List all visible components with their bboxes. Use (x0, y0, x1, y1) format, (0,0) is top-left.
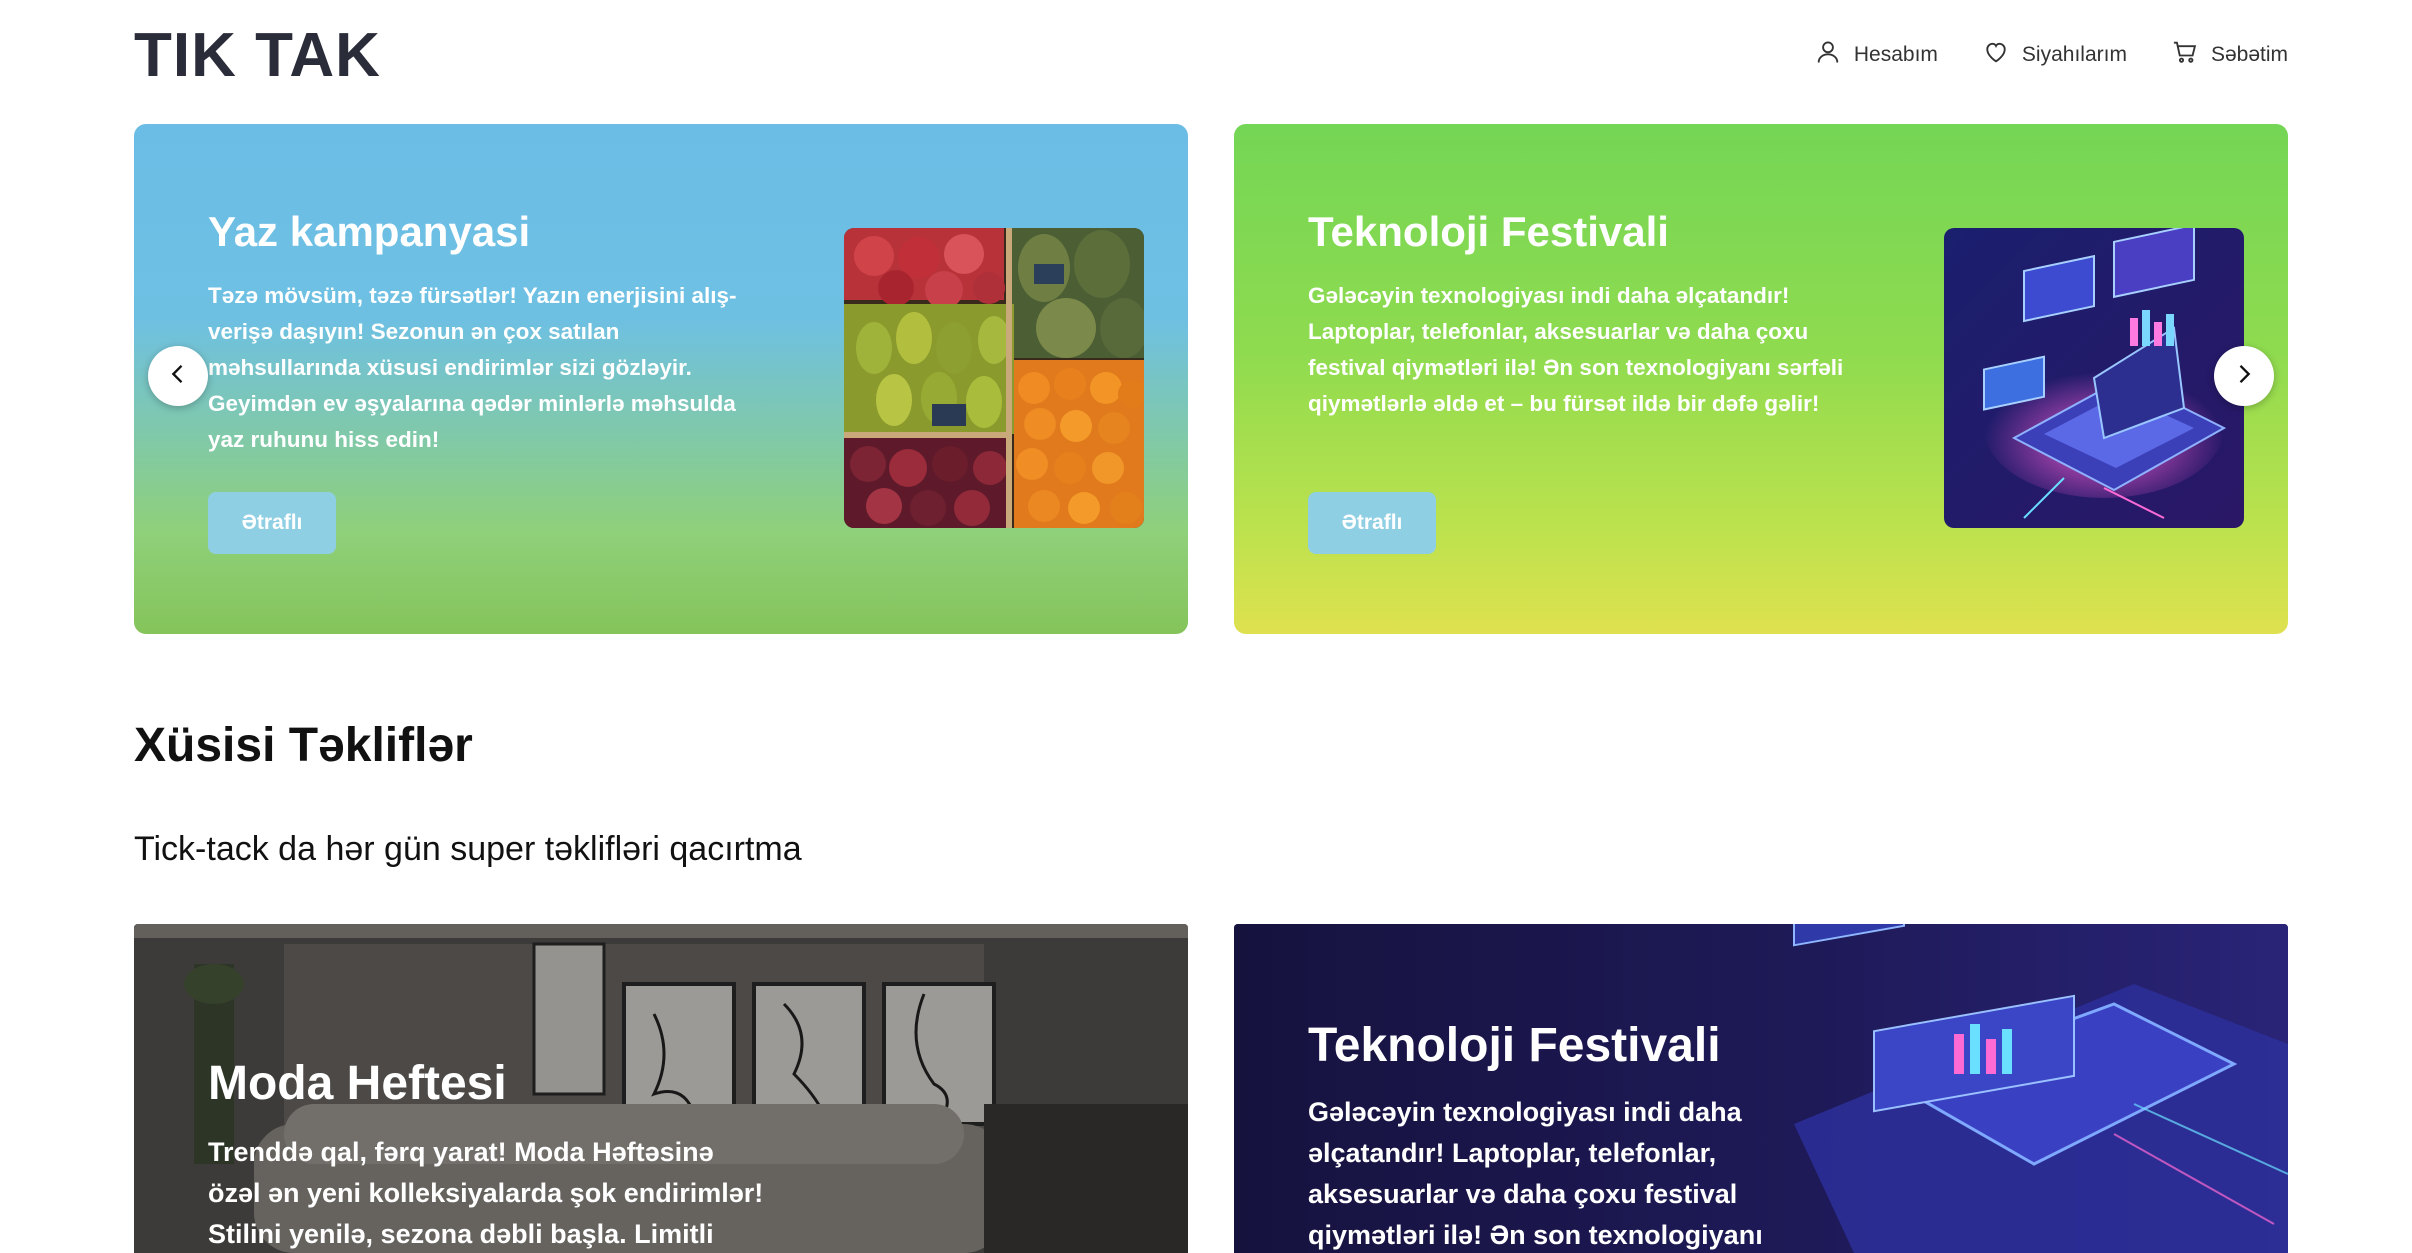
card-text: Gələcəyin texnologiyası indi daha əlçata… (1308, 1097, 1763, 1250)
header-nav: Hesabım Siyahılarım Səbətim (1814, 38, 2288, 72)
slider-next-button[interactable] (2214, 346, 2274, 406)
slide-spring-campaign[interactable]: Yaz kampanyasi Təzə mövsüm, təzə fürsətl… (134, 124, 1188, 634)
card-title: Teknoloji Festivali (1308, 1019, 1721, 1072)
card-text: Trenddə qal, fərq yarat! Moda Həftəsinə … (208, 1137, 764, 1249)
header: TIK TAK Hesabım Siyahılarım Səbətim (134, 0, 2288, 110)
section-subtitle: Tick-tack da hər gün super təklifləri qa… (134, 830, 802, 868)
slide-text: Təzə mövsüm, təzə fürsətlər! Yazın enerj… (208, 283, 737, 452)
tech-laptop-image (1944, 228, 2244, 528)
nav-wishlist-label: Siyahılarım (2021, 43, 2127, 66)
slider-prev-button[interactable] (148, 346, 208, 406)
slide-tech-festival[interactable]: Teknoloji Festivali Gələcəyin texnologiy… (1234, 124, 2288, 634)
heart-icon (1982, 38, 2010, 72)
card-title: Moda Heftesi (208, 1057, 507, 1110)
details-button[interactable]: Ətraflı (1308, 492, 1436, 554)
details-button[interactable]: Ətraflı (208, 492, 336, 554)
nav-wishlist[interactable]: Siyahılarım (1982, 38, 2127, 72)
hero-slider: Yaz kampanyasi Təzə mövsüm, təzə fürsətl… (134, 124, 2288, 634)
cart-icon (2171, 38, 2199, 72)
offer-card-tech-festival[interactable]: Teknoloji Festivali Gələcəyin texnologiy… (1234, 924, 2288, 1253)
user-icon (1814, 38, 1842, 72)
logo[interactable]: TIK TAK (134, 20, 381, 91)
slide-title: Yaz kampanyasi (208, 208, 531, 255)
section-title: Xüsisi Təkliflər (134, 719, 473, 772)
nav-account[interactable]: Hesabım (1814, 38, 1938, 72)
nav-cart-label: Səbətim (2210, 43, 2288, 66)
page: TIK TAK Hesabım Siyahılarım Səbətim Yaz … (0, 0, 2412, 1253)
nav-account-label: Hesabım (1853, 43, 1938, 66)
fruit-market-image (844, 228, 1144, 528)
slide-text: Gələcəyin texnologiyası indi daha əlçata… (1308, 283, 1844, 416)
chevron-right-icon (2230, 360, 2258, 393)
nav-cart[interactable]: Səbətim (2171, 38, 2288, 72)
chevron-left-icon (164, 360, 192, 393)
slide-title: Teknoloji Festivali (1308, 208, 1669, 255)
offer-card-fashion-week[interactable]: Moda Heftesi Trenddə qal, fərq yarat! Mo… (134, 924, 1188, 1253)
